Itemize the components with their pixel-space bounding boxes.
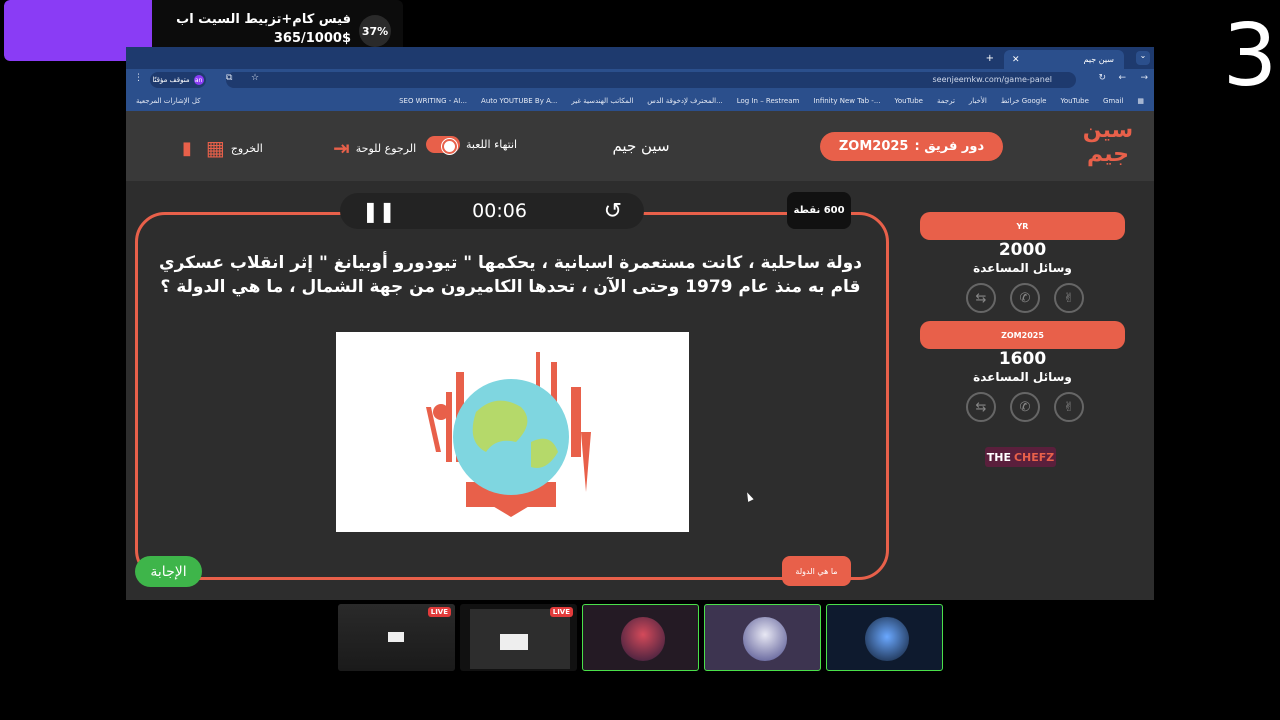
profile-avatar: an — [193, 75, 204, 85]
answer-button[interactable]: الإجابة — [135, 556, 202, 587]
two-answers-icon[interactable]: ✌ — [1054, 392, 1084, 422]
exit-button[interactable]: الخروج ▦ ▮ — [182, 136, 263, 160]
end-game-button[interactable]: انتهاء اللعبة — [426, 136, 518, 154]
grid-icon: ▦ — [205, 136, 225, 160]
bookmark-item[interactable]: SEO WRITING - AI... — [399, 97, 467, 105]
avatar — [621, 617, 665, 661]
points-badge: 600 نقطة — [787, 192, 851, 229]
scene-thumbnail[interactable]: LIVE — [460, 604, 577, 671]
address-bar-row: → ← ↻ seenjeemkw.com/game-panel ☆ ⧉ an م… — [126, 69, 1154, 91]
bookmark-item[interactable]: YouTube — [895, 97, 923, 105]
profile-button[interactable]: an متوقف مؤقتًا — [150, 72, 206, 88]
back-to-board-label: الرجوع للوحة — [355, 141, 417, 155]
timer-bar: ❚❚ 00:06 ↺ — [340, 193, 644, 229]
new-tab-icon[interactable]: + — [986, 53, 994, 64]
stream-counter: 3 — [1222, 6, 1278, 106]
browser-tab[interactable]: سين جيم ✕ — [1004, 50, 1124, 69]
team-name-badge: ZOM2025 — [920, 321, 1125, 349]
end-game-toggle[interactable] — [426, 136, 460, 154]
bookmark-item[interactable]: الأخبار — [969, 97, 987, 105]
tab-title: سين جيم — [1083, 55, 1114, 64]
turn-team: ZOM2025 — [838, 139, 909, 154]
goal-title: فيس كام+تزبيط السيت اب — [176, 12, 351, 27]
turn-label: دور فريق : — [914, 139, 985, 154]
bookmark-item[interactable]: YouTube — [1060, 97, 1088, 105]
phone-friend-icon[interactable]: ✆ — [1010, 283, 1040, 313]
bookmarks-bar: ▦ Gmail YouTube خرائط Google الأخبار ترج… — [126, 91, 1154, 111]
all-bookmarks[interactable]: كل الإشارات المرجعية — [136, 97, 201, 105]
scene-thumbnail[interactable] — [704, 604, 821, 671]
two-answers-icon[interactable]: ✌ — [1054, 283, 1084, 313]
scene-thumbnail[interactable]: LIVE — [338, 604, 455, 671]
sponsor-part2: CHEFZ — [1013, 450, 1055, 464]
exit-door-icon: ▮ — [182, 137, 192, 159]
game-name: سين جيم — [612, 137, 670, 155]
browser-window: ⌄ سين جيم ✕ + → ← ↻ seenjeemkw.com/game-… — [126, 47, 1154, 600]
lifelines-row: ⇆ ✆ ✌ — [966, 283, 1084, 313]
avatar — [743, 617, 787, 661]
scene-thumbnail[interactable] — [582, 604, 699, 671]
avatar — [865, 617, 909, 661]
goal-amount: 365/1000$ — [273, 31, 351, 46]
arrow-right-icon: ⇥ — [333, 136, 350, 160]
sponsor-part1: THE — [986, 450, 1011, 464]
bookmark-item[interactable]: Infinity New Tab -... — [813, 97, 880, 105]
swap-question-icon[interactable]: ⇆ — [966, 392, 996, 422]
question-image — [336, 332, 689, 532]
apps-grid-icon[interactable]: ▦ — [1137, 97, 1144, 105]
bookmark-star-icon[interactable]: ☆ — [251, 73, 259, 83]
game-logo: سين جيم — [1082, 118, 1134, 167]
exit-label: الخروج — [230, 141, 263, 155]
live-badge: LIVE — [549, 607, 573, 617]
team-score: 1600 — [998, 349, 1047, 369]
pause-icon[interactable]: ❚❚ — [362, 199, 396, 223]
extensions-icon[interactable]: ⧉ — [226, 73, 232, 83]
game-header: سين جيم دور فريق : ZOM2025 سين جيم انتها… — [126, 111, 1154, 181]
back-to-board-button[interactable]: الرجوع للوحة ⇥ — [333, 136, 416, 160]
bookmark-item[interactable]: المكاتب الهندسية غير — [571, 97, 633, 105]
reload-icon[interactable]: ↻ — [1098, 73, 1106, 83]
scene-thumbnail[interactable] — [826, 604, 943, 671]
back-arrow-icon[interactable]: → — [1140, 73, 1148, 83]
team-name-badge: YR — [920, 212, 1125, 240]
url-input[interactable]: seenjeemkw.com/game-panel — [226, 72, 1076, 88]
helpers-label: وسائل المساعدة — [973, 370, 1072, 384]
profile-label: متوقف مؤقتًا — [152, 76, 190, 84]
bookmark-item[interactable]: المحترف لإدخوقة الدس... — [647, 97, 722, 105]
lifelines-row: ⇆ ✆ ✌ — [966, 392, 1084, 422]
question-text: دولة ساحلية ، كانت مستعمرة اسبانية ، يحك… — [159, 253, 862, 297]
menu-icon[interactable]: ⋮ — [134, 73, 143, 83]
bookmark-item[interactable]: Auto YOUTUBE By A... — [481, 97, 557, 105]
tab-bar: ⌄ سين جيم ✕ + — [126, 47, 1154, 69]
restart-timer-icon[interactable]: ↺ — [604, 199, 622, 224]
close-tab-icon[interactable]: ✕ — [1012, 55, 1020, 65]
goal-percent: 37% — [359, 15, 391, 47]
live-badge: LIVE — [427, 607, 451, 617]
bookmark-item[interactable]: ترجمة — [937, 97, 955, 105]
swap-question-icon[interactable]: ⇆ — [966, 283, 996, 313]
bookmark-item[interactable]: Gmail — [1103, 97, 1123, 105]
end-game-label: انتهاء اللعبة — [466, 138, 518, 151]
current-turn-badge: دور فريق : ZOM2025 — [820, 132, 1003, 161]
team-score: 2000 — [998, 240, 1047, 260]
helpers-label: وسائل المساعدة — [973, 261, 1072, 275]
sponsor-logo: THE CHEFZ — [985, 447, 1056, 467]
tab-search-icon[interactable]: ⌄ — [1136, 51, 1150, 65]
bookmark-item[interactable]: Log In – Restream — [737, 97, 800, 105]
bookmark-item[interactable]: خرائط Google — [1001, 97, 1047, 105]
globe-landmarks-illustration — [426, 352, 591, 517]
category-button[interactable]: ما هي الدولة — [782, 556, 851, 586]
phone-friend-icon[interactable]: ✆ — [1010, 392, 1040, 422]
timer-value: 00:06 — [472, 200, 527, 222]
forward-arrow-icon[interactable]: ← — [1118, 73, 1126, 83]
